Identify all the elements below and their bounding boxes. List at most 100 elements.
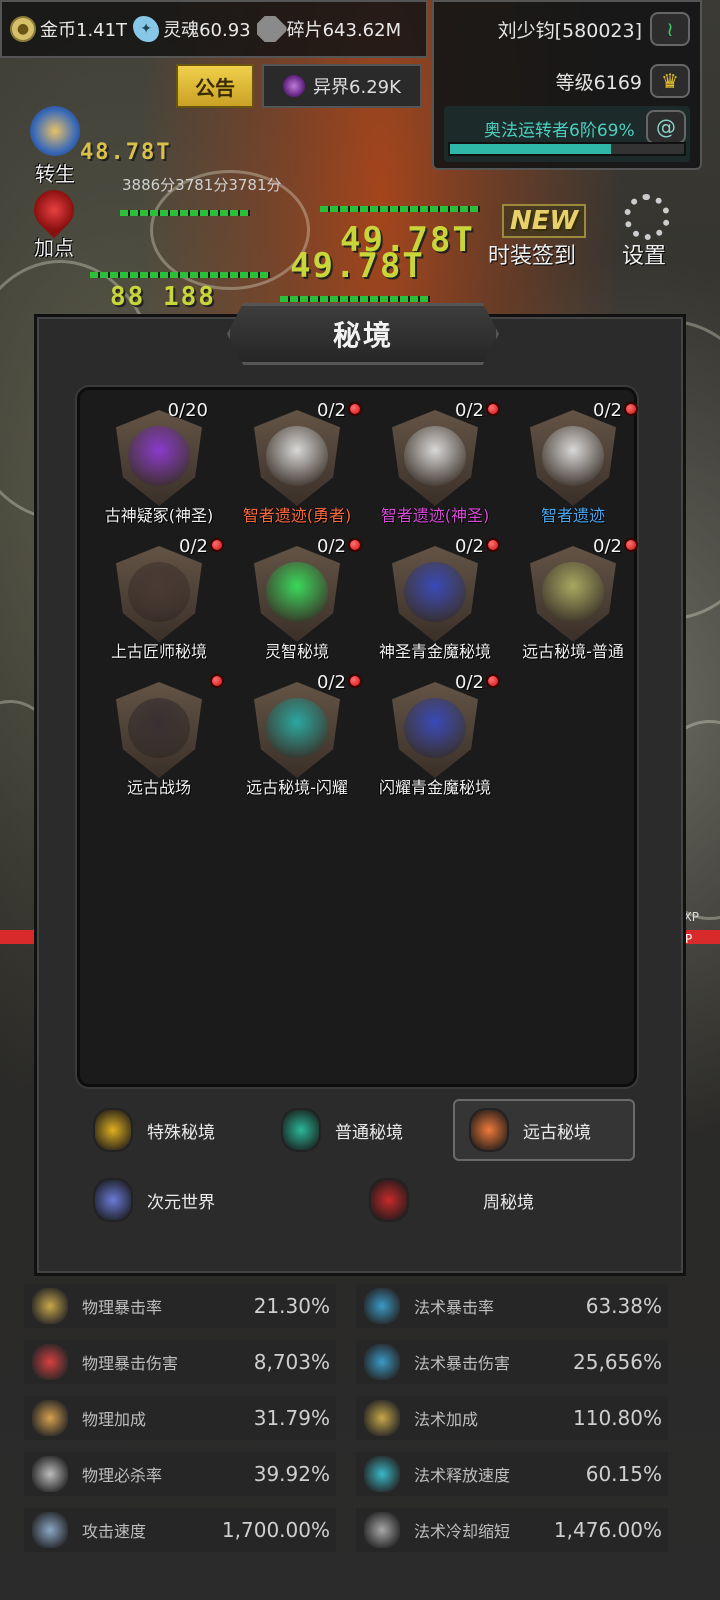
rebirth-button[interactable]: 转生: [30, 106, 80, 187]
stat-row: 法术加成 110.80%: [356, 1396, 668, 1440]
jade-crest-icon: [281, 1108, 321, 1152]
attempt-counter: 0/2: [455, 536, 484, 557]
gold-resource: ● 金币1.41T: [10, 16, 127, 42]
vortex-icon: [283, 75, 306, 97]
stat-row: 物理必杀率 39.92%: [24, 1452, 336, 1496]
dungeon-cell[interactable]: 0/20 古神疑冢(神圣): [94, 400, 224, 526]
player-level: 等级6169: [555, 71, 642, 94]
stat-icon: [32, 1512, 68, 1548]
stat-label: 物理加成: [82, 1410, 147, 1429]
stat-label: 法术加成: [414, 1410, 479, 1429]
w-star-icon: [93, 1178, 133, 1222]
notice-button[interactable]: 公告: [176, 64, 254, 108]
stat-icon: [364, 1288, 400, 1324]
stat-value: 60.15%: [585, 1462, 662, 1486]
costume-signin-button[interactable]: 时装签到: [488, 238, 576, 270]
notification-dot-icon: [486, 674, 500, 688]
dungeon-cell[interactable]: 0/2 智者遗迹: [508, 400, 638, 526]
modal-title: 秘境: [332, 319, 393, 352]
tab-realm[interactable]: 远古秘境: [453, 1099, 635, 1161]
soul-resource: ✦ 灵魂60.93: [133, 16, 251, 42]
shard-resource: 碎片643.62M: [256, 16, 401, 42]
stat-row: 法术暴击伤害 25,656%: [356, 1340, 668, 1384]
dungeon-cell[interactable]: 远古战场: [94, 672, 224, 798]
stat-row: 法术冷却缩短 1,476.00%: [356, 1508, 668, 1552]
notification-dot-icon: [210, 538, 224, 552]
stat-row: 攻击速度 1,700.00%: [24, 1508, 336, 1552]
stat-label: 物理暴击伤害: [82, 1354, 179, 1373]
tab-realm[interactable]: 次元世界: [79, 1169, 279, 1231]
leaf-icon: ≀: [650, 12, 690, 46]
notification-dot-icon: [624, 538, 638, 552]
tab-label: 普通秘境: [335, 1122, 403, 1143]
coin-icon: ●: [10, 16, 36, 42]
stat-value: 1,476.00%: [553, 1518, 662, 1542]
dungeon-boss-icon: [404, 562, 466, 622]
dungeon-boss-icon: [266, 698, 328, 758]
dungeon-label: 智者遗迹(勇者): [242, 506, 352, 525]
dungeon-label: 远古秘境-闪耀: [246, 778, 348, 797]
dungeon-cell[interactable]: 0/2 上古匠师秘境: [94, 536, 224, 662]
resource-bar: ● 金币1.41T ✦ 灵魂60.93 碎片643.62M: [0, 0, 428, 58]
dungeon-label: 远古秘境-普通: [522, 642, 624, 661]
flame-crest-icon: [469, 1108, 509, 1152]
dungeon-cell[interactable]: 0/2 神圣青金魔秘境: [370, 536, 500, 662]
dungeon-cell[interactable]: 0/2 智者遗迹(勇者): [232, 400, 362, 526]
otherworld-button[interactable]: 异界6.29K: [262, 64, 422, 108]
red-gate-icon: [369, 1178, 409, 1222]
stat-icon: [364, 1512, 400, 1548]
player-level-row[interactable]: 等级6169 ♛: [556, 64, 690, 98]
spiral-icon: @: [646, 110, 686, 144]
tab-label: 周秘境: [483, 1192, 534, 1213]
dungeon-label: 智者遗迹: [540, 506, 605, 525]
dungeon-cell[interactable]: 0/2 灵智秘境: [232, 536, 362, 662]
arcane-title: 奥法运转者6阶69%: [484, 121, 635, 141]
stat-row: 物理加成 31.79%: [24, 1396, 336, 1440]
tab-label: 远古秘境: [523, 1122, 591, 1143]
dungeon-grid: 0/20 古神疑冢(神圣) 0/2 智者遗迹(勇者) 0/2 智者遗迹(神圣) 0/2 智者遗…: [77, 387, 638, 1087]
player-name: 刘少钧[580023]: [497, 19, 642, 42]
otherworld-label: 异界6.29K: [313, 77, 401, 98]
player-name-row[interactable]: 刘少钧[580023] ≀: [498, 12, 690, 46]
notification-dot-icon: [348, 402, 362, 416]
stat-icon: [364, 1400, 400, 1436]
soul-icon: ✦: [133, 16, 160, 42]
settings-button[interactable]: 设置: [622, 238, 666, 270]
stat-icon: [364, 1456, 400, 1492]
arcane-progress-row[interactable]: 奥法运转者6阶69% @: [444, 106, 690, 162]
stat-row: 物理暴击伤害 8,703%: [24, 1340, 336, 1384]
notification-dot-icon: [210, 674, 224, 688]
tab-realm[interactable]: 特殊秘境: [79, 1099, 259, 1161]
soul-value: 灵魂60.93: [163, 20, 251, 41]
dungeon-label: 神圣青金魔秘境: [378, 642, 491, 661]
tab-realm[interactable]: 普通秘境: [267, 1099, 447, 1161]
game-screen: 49.78T 49.78T 88 188 48.78T EXP HP ● 金币1…: [0, 0, 720, 1600]
dungeon-cell[interactable]: 0/2 智者遗迹(神圣): [370, 400, 500, 526]
stat-label: 物理必杀率: [82, 1466, 163, 1485]
gear-icon[interactable]: [624, 194, 670, 240]
attempt-counter: 0/2: [455, 672, 484, 693]
notification-dot-icon: [348, 674, 362, 688]
dungeon-label: 远古战场: [126, 778, 191, 797]
dungeon-boss-icon: [266, 562, 328, 622]
attempt-counter: 0/2: [593, 536, 622, 557]
stat-value: 39.92%: [253, 1462, 330, 1486]
tab-realm[interactable]: 周秘境: [355, 1169, 575, 1231]
attempt-counter: 0/2: [317, 672, 346, 693]
stat-value: 8,703%: [253, 1350, 330, 1374]
addpoint-button[interactable]: 加点: [25, 181, 83, 261]
stat-value: 25,656%: [573, 1350, 662, 1374]
stat-icon: [364, 1344, 400, 1380]
dungeon-cell[interactable]: 0/2 远古秘境-闪耀: [232, 672, 362, 798]
dungeon-cell[interactable]: 0/2 闪耀青金魔秘境: [370, 672, 500, 798]
shard-icon: [256, 16, 288, 42]
attempt-counter: 0/2: [317, 400, 346, 421]
arcane-progress-fill: [450, 144, 612, 154]
dungeon-boss-icon: [542, 562, 604, 622]
dungeon-label: 智者遗迹(神圣): [380, 506, 490, 525]
dungeon-cell[interactable]: 0/2 远古秘境-普通: [508, 536, 638, 662]
dungeon-boss-icon: [404, 426, 466, 486]
dungeon-boss-icon: [128, 562, 190, 622]
modal-title-plate: 秘境: [227, 303, 499, 365]
stat-icon: [32, 1456, 68, 1492]
